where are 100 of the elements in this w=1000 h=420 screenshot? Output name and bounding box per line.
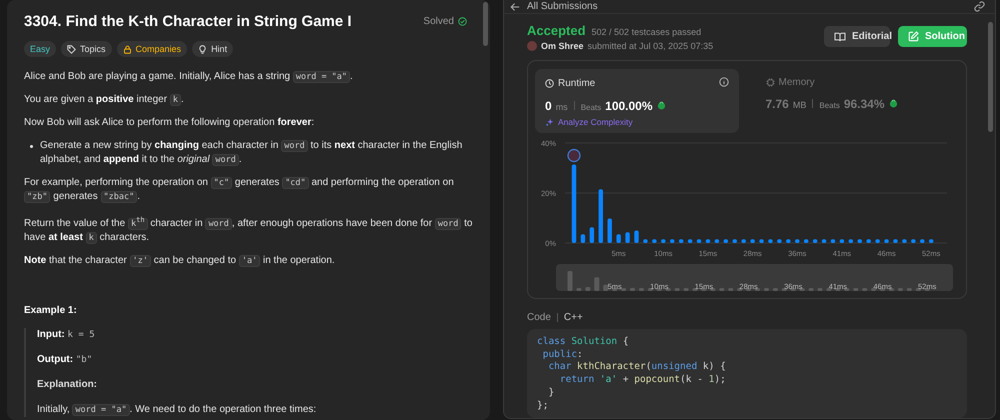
- metric-value: 0: [545, 99, 552, 113]
- code-line: }: [547, 386, 554, 400]
- code-label: Code: [527, 312, 551, 323]
- metric-unit: MB: [792, 100, 806, 110]
- lock-icon: [122, 44, 132, 54]
- range-selector[interactable]: [556, 264, 953, 291]
- histogram-bar[interactable]: [795, 239, 800, 243]
- runtime-panel[interactable]: Runtime 0 ms Beats 100.00% Analyze Complexity: [535, 69, 738, 133]
- code-line: public:: [542, 348, 583, 362]
- chip-icon: [766, 78, 774, 87]
- badge-icon: [888, 99, 898, 108]
- histogram-bar[interactable]: [643, 239, 648, 243]
- description-paragraph: You are given a positive integer k .: [24, 93, 185, 107]
- histogram-bar[interactable]: [706, 239, 710, 243]
- description-paragraph: Output: "b": [37, 352, 94, 367]
- beats-percentage: 96.34%: [844, 97, 885, 111]
- tag-icon: [67, 44, 76, 54]
- metric-unit: ms: [556, 102, 568, 112]
- avatar-icon: [527, 41, 537, 51]
- difficulty-tag[interactable]: Easy: [24, 41, 56, 57]
- code-line: };: [537, 400, 548, 412]
- testcases-count: 502 / 502 testcases passed: [592, 27, 702, 37]
- check-circle-icon: [458, 17, 467, 26]
- metric-label: Memory: [778, 77, 815, 88]
- histogram-bar[interactable]: [884, 239, 889, 243]
- description-paragraph: Return the value of the k$^{th}$ character in word , after enough operations have been done for word to have at least k characters.: [24, 214, 473, 245]
- language-label: C++: [564, 312, 583, 323]
- beats-label: Beats: [819, 101, 840, 110]
- histogram-bar[interactable]: [920, 239, 924, 243]
- solved-status: Solved: [423, 16, 454, 27]
- histogram-bar[interactable]: [625, 232, 630, 243]
- histogram-bar[interactable]: [750, 239, 755, 243]
- problem-title: 3304. Find the K-th Character in String Game I: [24, 13, 352, 30]
- avatar-marker: [567, 148, 581, 162]
- memory-panel[interactable]: Memory 7.76 MB Beats 96.34%: [756, 69, 959, 133]
- histogram-bar[interactable]: [929, 239, 934, 243]
- example-title: Example 1:: [24, 304, 78, 316]
- histogram-bar[interactable]: [732, 239, 737, 243]
- histogram-bar[interactable]: [759, 239, 764, 243]
- description-paragraph: For example, performing the operation on "c" generates "cd" and performing the operation on "zb" generates "zbac" .: [24, 176, 455, 204]
- scrollbar[interactable]: [988, 22, 993, 132]
- editorial-button[interactable]: Editorial: [824, 26, 890, 47]
- histogram-bar[interactable]: [830, 239, 836, 243]
- description-paragraph: Input: k = 5: [37, 328, 96, 342]
- histogram-bar[interactable]: [804, 239, 808, 243]
- histogram-bar[interactable]: [911, 239, 916, 243]
- scrollbar[interactable]: [483, 2, 488, 46]
- code-line: class Solution {: [537, 336, 629, 349]
- histogram-bar[interactable]: [616, 234, 621, 243]
- edit-icon: [908, 31, 919, 42]
- author-name[interactable]: Om Shree: [541, 41, 584, 51]
- bullet-item: Generate a new string by changing each character in word to its next character in the English alphabet, and append it to the original word .: [30, 139, 473, 167]
- histogram-bar[interactable]: [714, 239, 720, 243]
- histogram-bar[interactable]: [866, 239, 871, 243]
- histogram-bar[interactable]: [902, 239, 907, 243]
- histogram-bar[interactable]: [572, 164, 576, 243]
- histogram-bar[interactable]: [777, 239, 782, 243]
- histogram-bar[interactable]: [678, 239, 684, 243]
- badge-icon: [656, 101, 666, 110]
- book-icon: [834, 32, 846, 42]
- histogram-bar[interactable]: [590, 227, 594, 243]
- histogram-bar[interactable]: [696, 239, 702, 243]
- histogram-bar[interactable]: [840, 239, 844, 243]
- topics-tag[interactable]: Topics: [61, 41, 112, 57]
- histogram-bar[interactable]: [848, 239, 854, 243]
- clock-icon: [545, 79, 554, 88]
- histogram-bar[interactable]: [822, 239, 826, 243]
- code-line: char kthCharacter(unsigned k) {: [547, 361, 726, 374]
- lightbulb-icon: [198, 44, 208, 54]
- histogram-bar[interactable]: [741, 239, 746, 243]
- histogram-bar[interactable]: [893, 239, 898, 243]
- histogram-bar[interactable]: [768, 239, 773, 243]
- all-submissions-link[interactable]: All Submissions: [527, 1, 598, 12]
- histogram-bar[interactable]: [858, 239, 862, 243]
- description-paragraph: Note that the character 'z' can be changed to 'a' in the operation.: [24, 254, 336, 268]
- histogram-bar[interactable]: [652, 239, 657, 243]
- histogram-bar[interactable]: [724, 239, 728, 243]
- hint-tag[interactable]: Hint: [192, 41, 234, 57]
- description-paragraph: Initially, word = "a" . We need to do the operation three times:: [37, 402, 318, 417]
- histogram-bar[interactable]: [786, 239, 791, 243]
- histogram-bar[interactable]: [608, 218, 612, 243]
- example-label: Explanation:: [37, 378, 98, 392]
- submission-time: submitted at Jul 03, 2025 07:35: [588, 41, 714, 51]
- info-icon: [718, 77, 728, 87]
- histogram-bar[interactable]: [580, 234, 586, 243]
- histogram-bar[interactable]: [634, 230, 639, 243]
- description-paragraph: Alice and Bob are playing a game. Initially, Alice has a string word = "a" .: [24, 70, 354, 84]
- histogram-bar[interactable]: [670, 239, 674, 243]
- metric-label: Runtime: [558, 78, 596, 89]
- histogram-bar[interactable]: [812, 239, 818, 243]
- beats-label: Beats: [580, 103, 602, 112]
- histogram-bar[interactable]: [688, 239, 692, 243]
- link-icon: [974, 1, 985, 12]
- companies-tag[interactable]: Companies: [116, 41, 188, 57]
- histogram-bar[interactable]: [661, 239, 666, 243]
- histogram-bar[interactable]: [875, 239, 880, 243]
- code-line: return 'a' + popcount(k - 1);: [558, 374, 726, 387]
- back-arrow-icon: [510, 2, 520, 12]
- beats-percentage: 100.00%: [605, 99, 653, 113]
- sparkle-icon: [545, 118, 554, 126]
